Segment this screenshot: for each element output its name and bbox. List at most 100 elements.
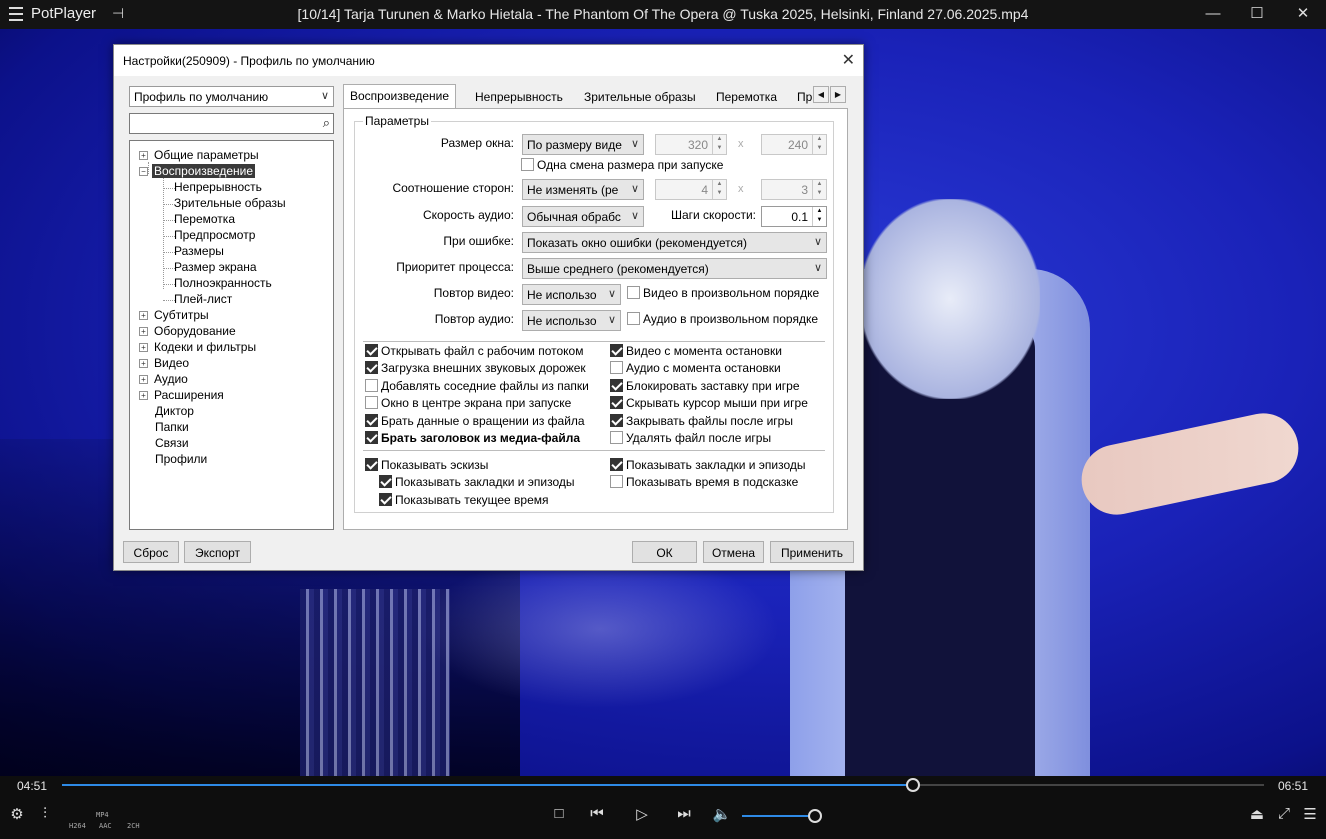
ok-button[interactable]: ОК bbox=[632, 541, 697, 563]
aspect-width-spinner[interactable]: 4 ▲ ▼ bbox=[655, 179, 727, 200]
checkbox-box[interactable] bbox=[610, 396, 623, 409]
checkbox-box[interactable] bbox=[610, 344, 623, 357]
checkbox-box[interactable] bbox=[610, 379, 623, 392]
tree-item-audio[interactable]: + Аудио bbox=[139, 372, 190, 388]
volume-icon[interactable]: 🔈 bbox=[710, 805, 734, 823]
tree-expand-icon[interactable]: + bbox=[139, 359, 148, 368]
show-bookmarks-checkbox[interactable]: Показывать закладки и эпизоды bbox=[610, 458, 806, 472]
tree-item-folders[interactable]: Папки bbox=[155, 420, 189, 436]
priority-select[interactable]: Выше среднего (рекомендуется) ∨ bbox=[522, 258, 827, 279]
volume-slider-handle[interactable] bbox=[808, 809, 822, 823]
checkbox-box[interactable] bbox=[379, 475, 392, 488]
tree-expand-icon[interactable]: + bbox=[139, 311, 148, 320]
tree-item-continuity[interactable]: Непрерывность bbox=[174, 180, 262, 196]
tree-expand-icon[interactable]: + bbox=[139, 151, 148, 160]
tab-scroll-left-icon[interactable]: ◀ bbox=[813, 86, 829, 103]
tree-item-seeking[interactable]: Перемотка bbox=[174, 212, 235, 228]
playlist-icon[interactable]: ☰ bbox=[1298, 805, 1322, 823]
checkbox-box[interactable] bbox=[627, 286, 640, 299]
single-resize-checkbox[interactable]: Одна смена размера при запуске bbox=[521, 158, 723, 172]
tree-expand-icon[interactable]: + bbox=[139, 327, 148, 336]
seek-bar-handle[interactable] bbox=[906, 778, 921, 792]
export-button[interactable]: Экспорт bbox=[184, 541, 251, 563]
window-size-select[interactable]: По размеру виде ∨ bbox=[522, 134, 644, 155]
tab-visuals[interactable]: Зрительные образы bbox=[578, 86, 702, 108]
tree-item-video[interactable]: + Видео bbox=[139, 356, 191, 372]
next-icon[interactable]: ⏭ bbox=[672, 805, 696, 822]
tree-item-hardware[interactable]: + Оборудование bbox=[139, 324, 238, 340]
video-shuffle-checkbox[interactable]: Видео в произвольном порядке bbox=[627, 286, 819, 300]
checkbox-box[interactable] bbox=[365, 379, 378, 392]
thumb-current-time-checkbox[interactable]: Показывать текущее время bbox=[379, 493, 549, 507]
center-window-checkbox[interactable]: Окно в центре экрана при запуске bbox=[365, 396, 571, 410]
thumb-bookmarks-checkbox[interactable]: Показывать закладки и эпизоды bbox=[379, 475, 575, 489]
on-error-select[interactable]: Показать окно ошибки (рекомендуется) ∨ bbox=[522, 232, 827, 253]
tab-seeking[interactable]: Перемотка bbox=[710, 86, 783, 108]
add-neighbor-files-checkbox[interactable]: Добавлять соседние файлы из папки bbox=[365, 379, 589, 393]
tab-playback[interactable]: Воспроизведение bbox=[343, 84, 457, 109]
tree-item-visuals[interactable]: Зрительные образы bbox=[174, 196, 286, 212]
spinner-arrows-icon[interactable]: ▲ ▼ bbox=[712, 135, 726, 154]
checkbox-box[interactable] bbox=[521, 158, 534, 171]
tree-item-profiles[interactable]: Профили bbox=[155, 452, 207, 468]
load-external-audio-checkbox[interactable]: Загрузка внешних звуковых дорожек bbox=[365, 361, 586, 375]
tree-expand-icon[interactable]: + bbox=[139, 391, 148, 400]
tree-item-preview[interactable]: Предпросмотр bbox=[174, 228, 255, 244]
minimize-button[interactable]: — bbox=[1198, 4, 1228, 24]
checkbox-box[interactable] bbox=[365, 344, 378, 357]
tree-item-fullscreen[interactable]: Полноэкранность bbox=[174, 276, 272, 292]
video-repeat-select[interactable]: Не использо ∨ bbox=[522, 284, 621, 305]
tree-collapse-icon[interactable]: − bbox=[139, 167, 148, 176]
close-after-play-checkbox[interactable]: Закрывать файлы после игры bbox=[610, 414, 793, 428]
checkbox-box[interactable] bbox=[379, 493, 392, 506]
stop-icon[interactable]: □ bbox=[547, 805, 571, 822]
title-from-media-checkbox[interactable]: Брать заголовок из медиа-файла bbox=[365, 431, 580, 445]
profile-select[interactable]: Профиль по умолчанию ∨ bbox=[129, 86, 334, 107]
close-window-button[interactable]: ✕ bbox=[1288, 4, 1318, 24]
show-thumbnails-checkbox[interactable]: Показывать эскизы bbox=[365, 458, 488, 472]
hide-cursor-checkbox[interactable]: Скрывать курсор мыши при игре bbox=[610, 396, 808, 410]
fullscreen-icon[interactable]: ⤢ bbox=[1272, 805, 1296, 822]
speed-step-spinner[interactable]: 0.1 ▲ ▼ bbox=[761, 206, 827, 227]
dialog-close-icon[interactable]: ✕ bbox=[842, 50, 855, 70]
time-in-tooltip-checkbox[interactable]: Показывать время в подсказке bbox=[610, 475, 798, 489]
checkbox-box[interactable] bbox=[365, 414, 378, 427]
checkbox-box[interactable] bbox=[610, 361, 623, 374]
tree-item-associations[interactable]: Связи bbox=[155, 436, 189, 452]
checkbox-box[interactable] bbox=[610, 431, 623, 444]
spinner-arrows-icon[interactable]: ▲ ▼ bbox=[812, 135, 826, 154]
tree-item-subtitles[interactable]: + Субтитры bbox=[139, 308, 211, 324]
tab-continuity[interactable]: Непрерывность bbox=[469, 86, 569, 108]
checkbox-box[interactable] bbox=[365, 361, 378, 374]
delete-after-play-checkbox[interactable]: Удалять файл после игры bbox=[610, 431, 771, 445]
checkbox-box[interactable] bbox=[610, 475, 623, 488]
volume-slider[interactable] bbox=[742, 809, 822, 823]
tree-item-general[interactable]: + Общие параметры bbox=[139, 148, 261, 164]
tree-item-codecs[interactable]: + Кодеки и фильтры bbox=[139, 340, 258, 356]
open-with-stream-checkbox[interactable]: Открывать файл с рабочим потоком bbox=[365, 344, 583, 358]
checkbox-box[interactable] bbox=[610, 414, 623, 427]
audio-shuffle-checkbox[interactable]: Аудио в произвольном порядке bbox=[627, 312, 818, 326]
tree-item-playback[interactable]: − Воспроизведение bbox=[139, 164, 256, 180]
equalizer-icon[interactable]: ⫶ bbox=[33, 805, 57, 822]
checkbox-box[interactable] bbox=[365, 458, 378, 471]
audio-speed-select[interactable]: Обычная обрабс ∨ bbox=[522, 206, 644, 227]
tree-item-extensions[interactable]: + Расширения bbox=[139, 388, 226, 404]
tree-item-narrator[interactable]: Диктор bbox=[155, 404, 194, 420]
aspect-height-spinner[interactable]: 3 ▲ ▼ bbox=[761, 179, 827, 200]
resume-video-checkbox[interactable]: Видео с момента остановки bbox=[610, 344, 782, 358]
aspect-select[interactable]: Не изменять (ре ∨ bbox=[522, 179, 644, 200]
tree-item-screen-size[interactable]: Размер экрана bbox=[174, 260, 257, 276]
spinner-arrows-icon[interactable]: ▲ ▼ bbox=[812, 180, 826, 199]
settings-gear-icon[interactable]: ⚙ bbox=[5, 805, 29, 823]
checkbox-box[interactable] bbox=[365, 431, 378, 444]
tree-expand-icon[interactable]: + bbox=[139, 375, 148, 384]
spinner-arrows-icon[interactable]: ▲ ▼ bbox=[812, 207, 826, 226]
reset-button[interactable]: Сброс bbox=[123, 541, 179, 563]
window-width-spinner[interactable]: 320 ▲ ▼ bbox=[655, 134, 727, 155]
tree-item-playlist[interactable]: Плей-лист bbox=[174, 292, 232, 308]
apply-button[interactable]: Применить bbox=[770, 541, 854, 563]
resume-audio-checkbox[interactable]: Аудио с момента остановки bbox=[610, 361, 781, 375]
spinner-arrows-icon[interactable]: ▲ ▼ bbox=[712, 180, 726, 199]
checkbox-box[interactable] bbox=[365, 396, 378, 409]
